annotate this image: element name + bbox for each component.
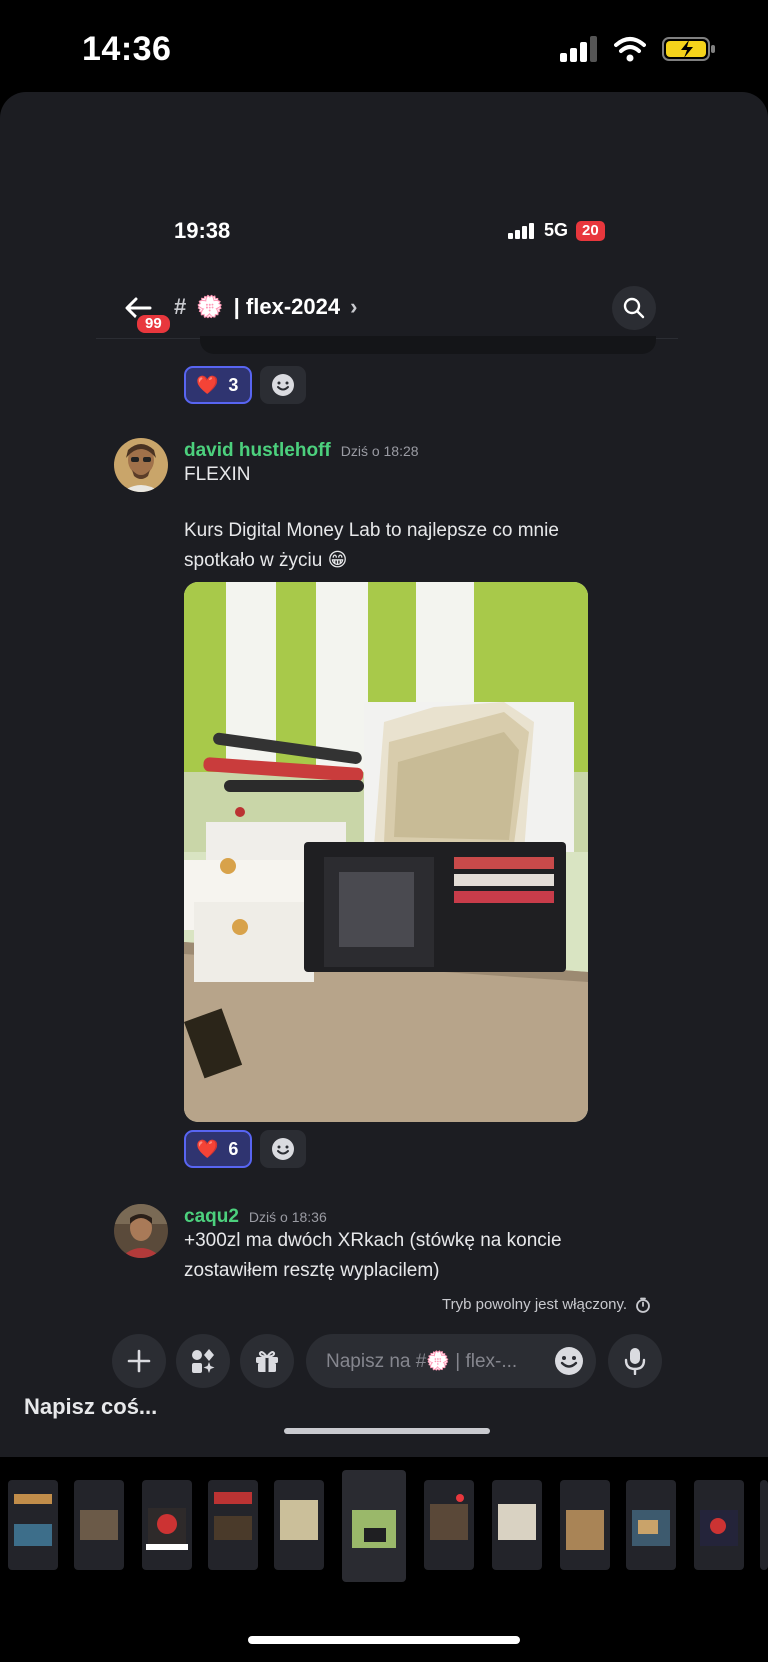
user-avatar-image [114, 1204, 168, 1258]
message-text-line: spotkało w życiu 😁 [184, 550, 348, 571]
add-reaction-icon [272, 374, 294, 396]
gift-icon [256, 1351, 278, 1372]
thumbnail[interactable] [760, 1480, 768, 1570]
microphone-icon [624, 1348, 646, 1375]
message-text-line: zostawiłem resztę wyplacilem) [184, 1260, 440, 1281]
thumbnail-image [632, 1510, 670, 1546]
heart-emoji: ❤️ [196, 374, 219, 395]
outer-clock: 14:36 [82, 30, 172, 68]
previous-message-attachment-edge [200, 336, 656, 354]
add-reaction-button[interactable] [260, 366, 306, 404]
thumbnail-image [280, 1500, 318, 1540]
previous-message-reactions: ❤️ 3 [184, 366, 306, 404]
message-text-line: Kurs Digital Money Lab to najlepsze co m… [184, 520, 559, 541]
inner-status-icons: 5G 20 [508, 220, 605, 241]
search-icon [623, 297, 645, 319]
slowmode-notice: Tryb powolny jest włączony. [442, 1296, 651, 1313]
unread-count-badge: 99 [134, 312, 173, 336]
plus-icon [127, 1349, 151, 1373]
thumbnail-image [430, 1494, 468, 1540]
thumbnail-image [14, 1494, 52, 1546]
wifi-icon [614, 37, 646, 62]
inner-clock: 19:38 [174, 218, 231, 243]
apps-icon [192, 1349, 215, 1373]
thumbnail-image [566, 1510, 604, 1550]
sheet-drag-handle[interactable] [284, 1428, 490, 1434]
message-header: david hustlehoff Dziś o 18:28 [184, 440, 419, 462]
search-button[interactable] [612, 286, 656, 330]
signal-icon [560, 36, 597, 62]
outer-status-icons [560, 36, 716, 62]
thumbnail[interactable] [8, 1480, 58, 1570]
thumbnail[interactable] [560, 1480, 610, 1570]
message-header: caqu2 Dziś o 18:36 [184, 1206, 327, 1228]
image-attachment[interactable] [184, 582, 588, 1122]
inner-status-bar: 19:38 5G 20 [0, 210, 768, 250]
thumbnail-strip [0, 1470, 768, 1598]
channel-name: | flex-2024 [233, 294, 341, 319]
heart-emoji: ❤️ [196, 1138, 219, 1159]
timer-icon [636, 1297, 650, 1313]
thumbnail[interactable] [74, 1480, 124, 1570]
reaction-count: 6 [228, 1138, 239, 1159]
home-indicator [248, 1636, 520, 1644]
heart-reaction[interactable]: ❤️ 3 [184, 366, 252, 404]
channel-header: # 💮 | flex-2024 › [0, 282, 768, 338]
thumbnail[interactable] [274, 1480, 324, 1570]
compose-hint[interactable]: Napisz coś... [24, 1394, 157, 1420]
thumbnail-image [498, 1504, 536, 1540]
message-composer: Napisz na #💮 | flex-... [0, 1334, 768, 1390]
reaction-count: 3 [228, 374, 239, 395]
thumbnail-image [352, 1510, 396, 1548]
timestamp: Dziś o 18:36 [248, 1209, 327, 1225]
battery-level-badge: 20 [576, 220, 605, 241]
thumbnail[interactable] [694, 1480, 744, 1570]
signal-icon [508, 222, 534, 239]
thumbnail-image [80, 1510, 118, 1540]
thumbnail-image [146, 1508, 188, 1550]
thumbnail-selected[interactable] [342, 1470, 406, 1582]
message-text-line: +300zl ma dwóch XRkach (stówkę na koncie [184, 1230, 562, 1251]
battery-charging-icon [662, 37, 715, 61]
thumbnail-image [214, 1492, 252, 1540]
channel-emoji: 💮 [196, 294, 224, 319]
thumbnail[interactable] [626, 1480, 676, 1570]
avatar[interactable] [114, 438, 168, 492]
user-avatar-image [114, 438, 168, 492]
thumbnail[interactable] [492, 1480, 542, 1570]
wallet-cash-photo [184, 582, 588, 1122]
avatar[interactable] [114, 1204, 168, 1258]
add-reaction-button[interactable] [260, 1130, 306, 1168]
apps-button[interactable] [176, 1334, 230, 1388]
network-label: 5G [544, 220, 569, 240]
username[interactable]: caqu2 [184, 1206, 239, 1228]
message-reactions: ❤️ 6 [184, 1130, 306, 1168]
voice-message-button[interactable] [608, 1334, 662, 1388]
thumbnail[interactable] [424, 1480, 474, 1570]
emoji-icon[interactable] [554, 1346, 584, 1376]
thumbnail[interactable] [142, 1480, 192, 1570]
heart-reaction[interactable]: ❤️ 6 [184, 1130, 252, 1168]
channel-title[interactable]: # 💮 | flex-2024 › [174, 294, 357, 320]
message-input-placeholder: Napisz na #💮 | flex-... [326, 1351, 518, 1372]
message-input[interactable]: Napisz na #💮 | flex-... [306, 1334, 596, 1388]
slowmode-text: Tryb powolny jest włączony. [442, 1296, 628, 1313]
attach-button[interactable] [112, 1334, 166, 1388]
message-text-line: FLEXIN [184, 464, 251, 485]
channel-hash: # [174, 294, 187, 319]
timestamp: Dziś o 18:28 [340, 443, 419, 459]
add-reaction-icon [272, 1138, 294, 1160]
outer-status-bar: 14:36 [0, 0, 768, 100]
username[interactable]: david hustlehoff [184, 440, 331, 462]
thumbnail[interactable] [208, 1480, 258, 1570]
gift-button[interactable] [240, 1334, 294, 1388]
chevron-right-icon: › [350, 294, 358, 319]
thumbnail-image [700, 1510, 738, 1546]
